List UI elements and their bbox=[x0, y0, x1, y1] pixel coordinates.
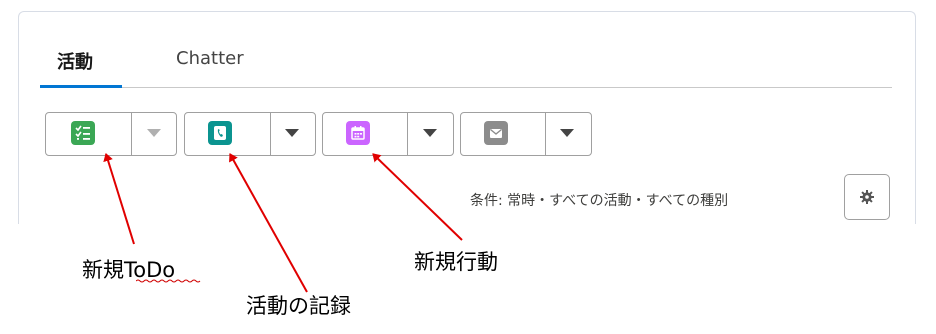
spellcheck-squiggle bbox=[136, 279, 201, 283]
annotation-new-event: 新規行動 bbox=[414, 250, 498, 274]
arrow-log-activity bbox=[229, 153, 308, 293]
annotation-log-activity: 活動の記録 bbox=[246, 294, 351, 318]
arrow-new-event bbox=[372, 153, 463, 241]
arrow-new-todo bbox=[103, 153, 135, 245]
